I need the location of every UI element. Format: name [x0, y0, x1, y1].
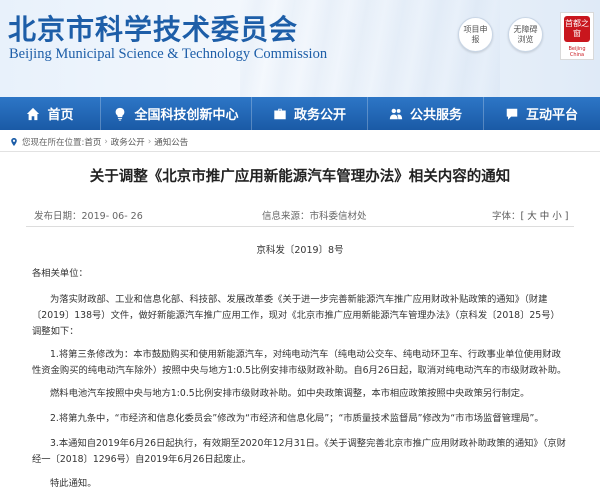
briefcase-icon: [274, 108, 286, 119]
nav-innovation-center[interactable]: 全国科技创新中心: [101, 97, 251, 130]
salutation: 各相关单位：: [32, 268, 88, 279]
project-application-label: 项目申报: [463, 24, 488, 44]
body-paragraph: 为落实财政部、工业和信息化部、科技部、发展改革委《关于进一步完善新能源汽车推广应…: [32, 294, 560, 337]
site-name[interactable]: 北京市科学技术委员会: [8, 8, 298, 48]
body-paragraph: 1.将第三条修改为：本市鼓励购买和使用新能源汽车，对纯电动汽车（纯电动公交车、纯…: [32, 349, 567, 376]
site-name-english: Beijing Municipal Science & Technology C…: [9, 46, 328, 62]
nav-home[interactable]: 首页: [0, 97, 100, 130]
location-pin-icon: [11, 138, 17, 146]
nav-public-service-label: 公共服务: [409, 108, 462, 123]
breadcrumb: 您现在所在位置: 首页 › 政务公开 › 通知公告: [10, 135, 188, 149]
info-source-value: 市科委信材处: [309, 211, 367, 222]
breadcrumb-divider: [0, 151, 600, 152]
publish-date: 发布日期：2019- 06- 26: [34, 208, 143, 222]
nav-government-affairs[interactable]: 政务公开: [252, 97, 367, 130]
breadcrumb-separator: ›: [104, 137, 108, 147]
document-number: 京科发〔2019〕8号: [256, 245, 344, 256]
publish-date-value: 2019- 06- 26: [81, 211, 143, 222]
breadcrumb-separator: ›: [147, 137, 152, 147]
main-nav: 首页 全国科技创新中心 政务公开 公共服务 互动平台: [0, 97, 600, 130]
body-paragraph: 燃料电池汽车按照中央与地方1:0.5比例安排市级财政补助。如中央政策调整，本市相…: [50, 388, 530, 399]
body-paragraph: 特此通知。: [50, 478, 97, 489]
people-icon: [389, 108, 403, 119]
font-size-control: 字体：[ 大 中 小 ]: [492, 208, 569, 222]
accessibility-button[interactable]: 无障碍浏览: [508, 17, 543, 52]
nav-interaction-platform-label: 互动平台: [525, 108, 578, 123]
capital-window-subtitle: Beijing China: [568, 46, 586, 58]
capital-window-seal: 首都之窗: [564, 16, 590, 42]
project-application-button[interactable]: 项目申报: [458, 17, 493, 52]
breadcrumb-notices[interactable]: 通知公告: [154, 136, 188, 148]
article-meta: 发布日期：2019- 06- 26 信息来源：市科委信材处 字体：[ 大 中 小…: [26, 203, 586, 223]
nav-home-label: 首页: [47, 108, 74, 123]
breadcrumb-home[interactable]: 首页: [84, 136, 101, 148]
nav-interaction-platform[interactable]: 互动平台: [484, 97, 599, 130]
nav-public-service[interactable]: 公共服务: [368, 97, 483, 130]
nav-government-affairs-label: 政务公开: [293, 108, 346, 123]
info-source: 信息来源：市科委信材处: [262, 208, 367, 222]
meta-divider: [26, 226, 574, 227]
home-icon: [27, 107, 40, 120]
publish-date-label: 发布日期：: [34, 211, 82, 222]
nav-innovation-center-label: 全国科技创新中心: [134, 108, 239, 123]
font-size-label: 字体：: [492, 211, 521, 222]
lightbulb-icon: [116, 107, 125, 120]
accessibility-label: 无障碍浏览: [513, 24, 538, 44]
breadcrumb-government-affairs[interactable]: 政务公开: [111, 136, 145, 148]
article-title: 关于调整《北京市推广应用新能源汽车管理办法》相关内容的通知: [89, 169, 511, 185]
capital-window-logo[interactable]: 首都之窗 Beijing China: [560, 12, 594, 60]
breadcrumb-prefix: 您现在所在位置:: [22, 138, 85, 148]
info-source-label: 信息来源：: [262, 211, 310, 222]
site-header: 北京市科学技术委员会 Beijing Municipal Science & T…: [0, 0, 600, 97]
chat-icon: [506, 108, 518, 120]
font-size-options[interactable]: [ 大 中 小 ]: [521, 211, 569, 222]
body-paragraph: 3.本通知自2019年6月26日起执行，有效期至2020年12月31日。《关于调…: [32, 438, 566, 465]
body-paragraph: 2.将第九条中，“市经济和信息化委员会”修改为“市经济和信息化局”；“市质量技术…: [50, 413, 544, 424]
